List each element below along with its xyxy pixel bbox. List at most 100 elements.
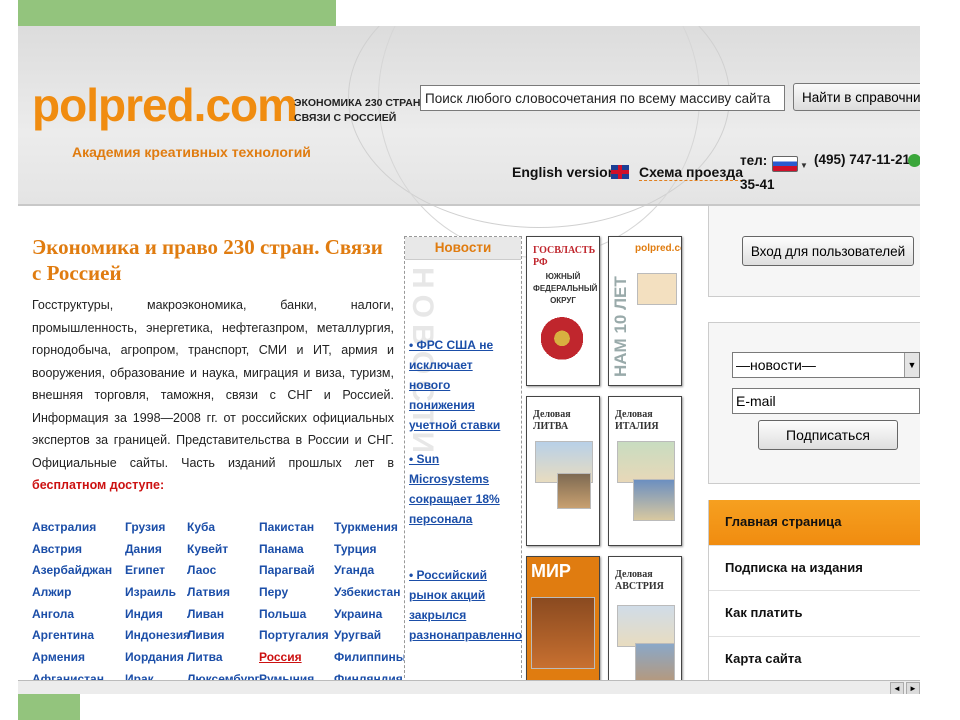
- site-logo[interactable]: polpred.com: [32, 78, 298, 132]
- country-link[interactable]: Израиль: [125, 582, 190, 604]
- cover-photo: [557, 473, 591, 509]
- header-caption-line2: СВЯЗИ С РОССИЕЙ: [294, 112, 397, 124]
- cover-photo: [635, 643, 675, 685]
- country-column-3: Куба Кувейт Лаос Латвия Ливан Ливия Литв…: [187, 517, 260, 691]
- country-link[interactable]: Филиппины: [334, 647, 406, 669]
- route-scheme-link[interactable]: Схема проезда: [639, 164, 743, 181]
- cover-photo: [633, 479, 675, 521]
- english-version-link[interactable]: English version: [512, 164, 616, 180]
- cover-title: polpred.com: [635, 243, 681, 254]
- country-link[interactable]: Узбекистан: [334, 582, 406, 604]
- phone-label: тел:: [740, 153, 768, 168]
- news-header: Новости: [405, 237, 521, 260]
- country-link[interactable]: Армения: [32, 647, 112, 669]
- cover-map-image: [617, 605, 675, 647]
- cover-image: [637, 273, 677, 305]
- news-item[interactable]: • Sun Microsystems сокращает 18% персона…: [409, 449, 517, 529]
- horizontal-scrollbar[interactable]: ◄ ►: [18, 680, 920, 694]
- magazine-cover-gosvlast[interactable]: ГОСВЛАСТЬ РФ ЮЖНЫЙ ФЕДЕРАЛЬНЫЙ ОКРУГ: [526, 236, 600, 386]
- country-link[interactable]: Грузия: [125, 517, 190, 539]
- chevron-down-icon[interactable]: ▼: [904, 353, 919, 377]
- news-item[interactable]: • Российский рынок акций закрылся разнон…: [409, 565, 522, 645]
- uk-flag-icon[interactable]: [611, 165, 629, 179]
- country-link[interactable]: Панама: [259, 539, 329, 561]
- magazine-cover-avstriya[interactable]: Деловая АВСТРИЯ: [608, 556, 682, 694]
- scroll-left-icon[interactable]: ◄: [890, 682, 904, 694]
- newsletter-select[interactable]: —новости— ▼: [732, 352, 920, 378]
- cover-photo: [531, 597, 595, 669]
- menu-item-payment[interactable]: Как платить: [709, 591, 920, 638]
- country-link[interactable]: Ливия: [187, 625, 260, 647]
- cover-title: Деловая ЛИТВА: [533, 409, 571, 432]
- country-column-1: Австралия Австрия Азербайджан Алжир Анго…: [32, 517, 112, 691]
- login-button[interactable]: Вход для пользователей: [742, 236, 914, 266]
- globe-decoration-inner: [378, 26, 700, 258]
- country-link[interactable]: Азербайджан: [32, 560, 112, 582]
- browser-screenshot: polpred.com Академия креативных технолог…: [18, 26, 920, 694]
- site-header: polpred.com Академия креативных технолог…: [18, 26, 920, 258]
- cover-title: Деловая ИТАЛИЯ: [615, 409, 659, 432]
- magazine-cover-polpred[interactable]: polpred.com НАМ 10 ЛЕТ: [608, 236, 682, 386]
- country-link[interactable]: Кувейт: [187, 539, 260, 561]
- country-link[interactable]: Туркмения: [334, 517, 406, 539]
- news-panel: Новости НОВОСТИ • ФРС США не исключает н…: [404, 236, 522, 694]
- menu-item-home[interactable]: Главная страница: [709, 500, 920, 546]
- scroll-right-icon[interactable]: ►: [906, 682, 920, 694]
- country-link[interactable]: Парагвай: [259, 560, 329, 582]
- page-title: Экономика и право 230 стран. Связи с Рос…: [32, 235, 383, 285]
- country-link[interactable]: Уругвай: [334, 625, 406, 647]
- search-button[interactable]: Найти в справочни: [793, 83, 920, 111]
- country-column-2: Грузия Дания Египет Израиль Индия Индоне…: [125, 517, 190, 691]
- subscribe-button[interactable]: Подписаться: [758, 420, 898, 450]
- phone-number: (495) 747-11-21: [814, 152, 911, 167]
- header-caption-line1: ЭКОНОМИКА 230 СТРАН: [294, 97, 421, 109]
- country-link[interactable]: Куба: [187, 517, 260, 539]
- country-link-russia[interactable]: Россия: [259, 647, 329, 669]
- country-link[interactable]: Латвия: [187, 582, 260, 604]
- country-link[interactable]: Литва: [187, 647, 260, 669]
- site-tagline: Академия креативных технологий: [72, 144, 311, 160]
- page-description: Госструктуры, макроэкономика, банки, нал…: [32, 294, 394, 497]
- country-link[interactable]: Пакистан: [259, 517, 329, 539]
- magazine-cover-litva[interactable]: Деловая ЛИТВА: [526, 396, 600, 546]
- country-link[interactable]: Алжир: [32, 582, 112, 604]
- country-column-5: Туркмения Турция Уганда Узбекистан Украи…: [334, 517, 406, 691]
- menu-item-subscription[interactable]: Подписка на издания: [709, 545, 920, 592]
- country-link[interactable]: Украина: [334, 604, 406, 626]
- country-link[interactable]: Аргентина: [32, 625, 112, 647]
- phone-number-tail: 35-41: [740, 177, 775, 192]
- country-column-4: Пакистан Панама Парагвай Перу Польша Пор…: [259, 517, 329, 691]
- magazine-cover-mir[interactable]: МИР: [526, 556, 600, 694]
- search-input[interactable]: [420, 85, 785, 111]
- magazine-cover-italiya[interactable]: Деловая ИТАЛИЯ: [608, 396, 682, 546]
- country-link[interactable]: Индия: [125, 604, 190, 626]
- menu-item-sitemap[interactable]: Карта сайта: [709, 637, 920, 683]
- country-link[interactable]: Австрия: [32, 539, 112, 561]
- russia-flag-icon[interactable]: [772, 156, 798, 172]
- side-menu: Главная страница Подписка на издания Как…: [708, 500, 920, 683]
- slide-decoration-horizontal: [18, 0, 336, 26]
- country-link[interactable]: Австралия: [32, 517, 112, 539]
- cover-subtitle: ЮЖНЫЙ ФЕДЕРАЛЬНЫЙ ОКРУГ: [533, 272, 598, 305]
- newsletter-select-value: —новости—: [736, 357, 816, 373]
- country-link[interactable]: Уганда: [334, 560, 406, 582]
- country-link[interactable]: Дания: [125, 539, 190, 561]
- country-link[interactable]: Ливан: [187, 604, 260, 626]
- chevron-down-icon[interactable]: ▼: [800, 161, 808, 170]
- country-link[interactable]: Ангола: [32, 604, 112, 626]
- country-link[interactable]: Египет: [125, 560, 190, 582]
- country-link[interactable]: Иордания: [125, 647, 190, 669]
- country-link[interactable]: Лаос: [187, 560, 260, 582]
- country-link[interactable]: Польша: [259, 604, 329, 626]
- status-dot-icon: [908, 154, 920, 167]
- coat-of-arms-icon: [541, 315, 583, 367]
- country-link[interactable]: Турция: [334, 539, 406, 561]
- cover-subtitle: НАМ 10 ЛЕТ: [611, 276, 630, 377]
- free-access-link[interactable]: бесплатном доступе:: [32, 478, 164, 492]
- country-link[interactable]: Португалия: [259, 625, 329, 647]
- country-link[interactable]: Перу: [259, 582, 329, 604]
- email-field[interactable]: [732, 388, 920, 414]
- news-item[interactable]: • ФРС США не исключает нового понижения …: [409, 335, 517, 435]
- country-link[interactable]: Индонезия: [125, 625, 190, 647]
- cover-title: ГОСВЛАСТЬ РФ: [533, 245, 596, 268]
